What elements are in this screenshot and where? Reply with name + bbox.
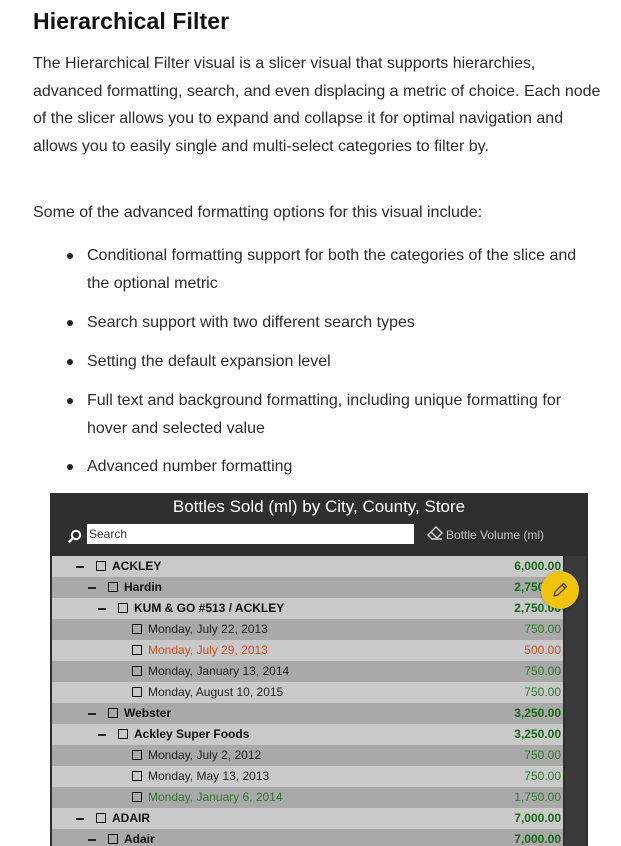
tree-row-label: Monday, January 6, 2014 bbox=[148, 790, 283, 804]
bullet-icon bbox=[67, 253, 73, 259]
checkbox[interactable] bbox=[132, 792, 142, 802]
tree-row-label: Adair bbox=[124, 832, 155, 846]
tree-row[interactable]: ACKLEY 6,000.00 bbox=[52, 556, 563, 577]
list-item: Conditional formatting support for both … bbox=[67, 242, 597, 297]
checkbox[interactable] bbox=[108, 708, 118, 718]
tree-row-label: ACKLEY bbox=[112, 559, 162, 573]
tree-row[interactable]: Adair 7,000.00 bbox=[52, 829, 563, 846]
visual-title: Bottles Sold (ml) by City, County, Store bbox=[172, 497, 466, 516]
eraser-icon[interactable] bbox=[427, 526, 443, 540]
collapse-icon[interactable] bbox=[76, 566, 84, 568]
collapse-icon[interactable] bbox=[98, 734, 106, 736]
tree-row[interactable]: Monday, July 22, 2013 750.00 bbox=[52, 619, 563, 640]
tree-row-value: 7,000.00 bbox=[514, 811, 561, 825]
tree-row-label: Monday, July 22, 2013 bbox=[148, 622, 268, 636]
collapse-icon[interactable] bbox=[88, 713, 96, 715]
tree-row-label: KUM & GO #513 / ACKLEY bbox=[134, 601, 285, 615]
tree-row[interactable]: Monday, May 13, 2013 750.00 bbox=[52, 766, 563, 787]
tree-row-value: 7,000.00 bbox=[514, 832, 561, 846]
bullet-icon bbox=[67, 320, 73, 326]
tree-row-value: 750.00 bbox=[524, 769, 561, 783]
checkbox[interactable] bbox=[132, 771, 142, 781]
search-input[interactable] bbox=[87, 524, 414, 544]
checkbox[interactable] bbox=[132, 687, 142, 697]
tree-row[interactable]: Monday, January 13, 2014 750.00 bbox=[52, 661, 563, 682]
tree-row-value: 750.00 bbox=[524, 748, 561, 762]
tree-row-label: Ackley Super Foods bbox=[134, 727, 250, 741]
tree-row-value: 750.00 bbox=[524, 664, 561, 678]
checkbox[interactable] bbox=[132, 750, 142, 760]
measure-label: Bottle Volume (ml) bbox=[446, 528, 545, 542]
list-item: Advanced number formatting bbox=[67, 453, 597, 481]
tree-row-value: 1,750.00 bbox=[514, 790, 561, 804]
checkbox[interactable] bbox=[118, 729, 128, 739]
list-item: Full text and background formatting, inc… bbox=[67, 387, 597, 442]
list-item: Search support with two different search… bbox=[67, 309, 597, 337]
tree-row-label: Monday, May 13, 2013 bbox=[148, 769, 270, 783]
bullet-icon bbox=[67, 464, 73, 470]
pencil-icon bbox=[553, 582, 568, 597]
tree-row-label: Hardin bbox=[124, 580, 163, 594]
checkbox[interactable] bbox=[96, 561, 106, 571]
tree-row[interactable]: KUM & GO #513 / ACKLEY 2,750.00 bbox=[52, 598, 563, 619]
tree-row-value: 750.00 bbox=[524, 622, 561, 636]
page-title: Hierarchical Filter bbox=[33, 8, 230, 34]
tree-row-label: Monday, January 13, 2014 bbox=[148, 664, 290, 678]
list-item: Setting the default expansion level bbox=[67, 348, 597, 376]
bullet-icon bbox=[67, 359, 73, 365]
tree-row-label: Monday, July 2, 2012 bbox=[148, 748, 262, 762]
collapse-icon[interactable] bbox=[88, 839, 96, 841]
hierarchical-filter-visual: Bottles Sold (ml) by City, County, Store… bbox=[50, 493, 588, 846]
tree-row[interactable]: Hardin 2,750.00 bbox=[52, 577, 563, 598]
options-intro: Some of the advanced formatting options … bbox=[33, 204, 483, 221]
tree-row[interactable]: Monday, August 10, 2015 750.00 bbox=[52, 682, 563, 703]
bullet-icon bbox=[67, 398, 73, 404]
collapse-icon[interactable] bbox=[98, 608, 106, 610]
checkbox[interactable] bbox=[132, 624, 142, 634]
tree-row-value: 750.00 bbox=[524, 685, 561, 699]
checkbox[interactable] bbox=[108, 834, 118, 844]
tree-row-label: Monday, July 29, 2013 bbox=[148, 643, 268, 657]
collapse-icon[interactable] bbox=[88, 587, 96, 589]
checkbox[interactable] bbox=[108, 582, 118, 592]
tree-row[interactable]: Webster 3,250.00 bbox=[52, 703, 563, 724]
tree-row-value: 3,250.00 bbox=[514, 706, 561, 720]
checkbox[interactable] bbox=[132, 645, 142, 655]
search-row: Bottle Volume (ml) bbox=[50, 523, 588, 547]
tree-row-label: Webster bbox=[124, 706, 172, 720]
tree: ACKLEY 6,000.00 Hardin 2,750.00 KUM & GO #51… bbox=[52, 556, 563, 846]
collapse-icon[interactable] bbox=[76, 818, 84, 820]
checkbox[interactable] bbox=[118, 603, 128, 613]
tree-row[interactable]: Monday, July 29, 2013 500.00 bbox=[52, 640, 563, 661]
search-icon[interactable] bbox=[68, 529, 82, 543]
tree-row-value: 500.00 bbox=[524, 643, 561, 657]
tree-row[interactable]: Monday, July 2, 2012 750.00 bbox=[52, 745, 563, 766]
tree-row[interactable]: Ackley Super Foods 3,250.00 bbox=[52, 724, 563, 745]
checkbox[interactable] bbox=[132, 666, 142, 676]
tree-row-value: 3,250.00 bbox=[514, 727, 561, 741]
tree-row[interactable]: ADAIR 7,000.00 bbox=[52, 808, 563, 829]
intro-paragraph: The Hierarchical Filter visual is a slic… bbox=[33, 55, 601, 155]
tree-row-label: ADAIR bbox=[112, 811, 150, 825]
edit-button[interactable] bbox=[541, 571, 579, 609]
tree-row[interactable]: Monday, January 6, 2014 1,750.00 bbox=[52, 787, 563, 808]
checkbox[interactable] bbox=[96, 813, 106, 823]
tree-row-label: Monday, August 10, 2015 bbox=[148, 685, 284, 699]
